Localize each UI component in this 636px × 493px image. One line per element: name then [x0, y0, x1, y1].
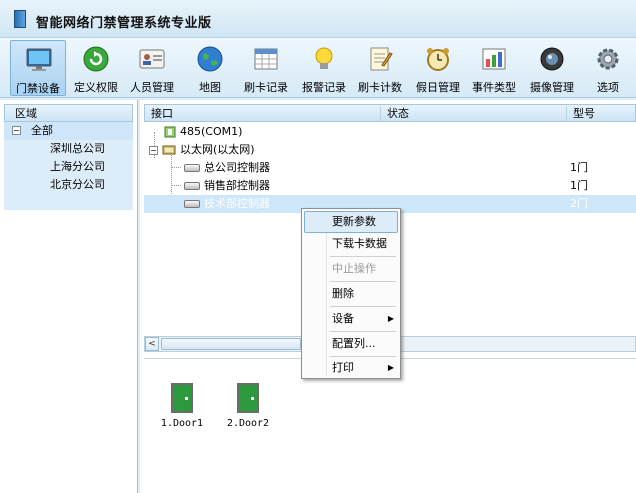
scroll-thumb[interactable] [161, 338, 301, 350]
menu-separator [330, 281, 396, 282]
device-name: 销售部控制器 [204, 179, 270, 192]
port-icon [164, 126, 176, 138]
toolbar-button-swipe-count[interactable]: 刷卡计数 [352, 40, 408, 96]
calendar-grid-icon [254, 48, 278, 70]
scroll-left-arrow[interactable]: < [145, 337, 159, 351]
region-item[interactable]: 上海分公司 [8, 158, 129, 176]
toolbar-button-personnel[interactable]: 人员管理 [124, 40, 180, 96]
toolbar-button-holidays[interactable]: 假日管理 [410, 40, 466, 96]
refresh-icon [83, 46, 109, 72]
toolbar-button-camera[interactable]: 摄像管理 [524, 40, 580, 96]
device-model: 1门 [570, 179, 588, 192]
controller-icon [184, 182, 200, 190]
door-item[interactable]: 1.Door1 [152, 383, 212, 429]
device-row-controller[interactable]: 总公司控制器 1门 [144, 159, 636, 177]
collapse-toggle[interactable]: − [12, 126, 21, 135]
submenu-arrow-icon: ▶ [387, 314, 394, 323]
device-name: 总公司控制器 [204, 161, 270, 174]
menu-item-download-card-data[interactable]: 下载卡数据 [304, 233, 398, 255]
toolbar-button-permissions[interactable]: 定义权限 [68, 40, 124, 96]
menu-item-delete[interactable]: 删除 [304, 283, 398, 305]
device-model: 2门 [570, 197, 588, 210]
menu-separator [330, 256, 396, 257]
notepad-icon [370, 47, 393, 71]
device-row-port[interactable]: 485(COM1) [144, 123, 636, 141]
device-name: 485(COM1) [180, 125, 243, 138]
menu-separator [330, 306, 396, 307]
menu-item-label: 打印 [332, 361, 354, 374]
menu-item-label: 设备 [332, 312, 354, 325]
device-model: 1门 [570, 161, 588, 174]
device-row-controller[interactable]: 销售部控制器 1门 [144, 177, 636, 195]
toolbar-label: 选项 [597, 81, 619, 94]
door-label: 1.Door1 [160, 418, 204, 429]
controller-icon [184, 164, 200, 172]
door-label: 2.Door2 [226, 418, 270, 429]
door-icon [171, 383, 193, 413]
region-item[interactable]: 北京分公司 [8, 176, 129, 194]
controller-icon [184, 200, 200, 208]
column-model[interactable]: 型号 [567, 106, 635, 122]
alarm-clock-icon [427, 48, 449, 71]
context-menu: 更新参数 下载卡数据 中止操作 删除 设备 ▶ 配置列... 打印 ▶ [301, 208, 401, 379]
region-item[interactable]: 深圳总公司 [8, 140, 129, 158]
app-icon [14, 10, 26, 28]
chart-icon [482, 48, 506, 70]
main-toolbar: 门禁设备 定义权限 人员管理 地图 刷卡记录 报警记录 刷卡计数 假日管理 事件… [0, 38, 636, 98]
network-icon [162, 145, 176, 155]
toolbar-button-event-types[interactable]: 事件类型 [466, 40, 522, 96]
device-name: 以太网(以太网) [180, 143, 255, 156]
collapse-toggle[interactable]: − [149, 146, 158, 155]
region-root[interactable]: − 全部 [4, 122, 133, 140]
menu-item-configure-columns[interactable]: 配置列... [304, 333, 398, 355]
toolbar-button-alarm-records[interactable]: 报警记录 [296, 40, 352, 96]
device-name: 技术部控制器 [204, 197, 270, 210]
region-root-label: 全部 [31, 124, 53, 137]
menu-item-abort[interactable]: 中止操作 [304, 258, 398, 280]
door-item[interactable]: 2.Door2 [218, 383, 278, 429]
toolbar-button-devices[interactable]: 门禁设备 [10, 40, 66, 96]
camera-icon [540, 47, 564, 71]
toolbar-button-options[interactable]: 选项 [580, 40, 636, 96]
region-header: 区域 [4, 104, 133, 122]
grid-header: 接口 状态 型号 [144, 104, 636, 122]
column-status[interactable]: 状态 [381, 106, 567, 122]
gear-icon [597, 48, 619, 70]
submenu-arrow-icon: ▶ [387, 363, 394, 372]
bulb-icon [315, 47, 333, 69]
menu-separator [330, 331, 396, 332]
toolbar-button-map[interactable]: 地图 [182, 40, 238, 96]
title-bar: 智能网络门禁管理系统专业版 [0, 0, 636, 38]
menu-item-device[interactable]: 设备 ▶ [304, 308, 398, 330]
person-card-icon [139, 49, 165, 69]
toolbar-button-swipe-records[interactable]: 刷卡记录 [238, 40, 294, 96]
door-icon [237, 383, 259, 413]
globe-icon [197, 46, 223, 72]
region-panel: 区域 − 全部 深圳总公司 上海分公司 北京分公司 [0, 100, 138, 493]
window-title: 智能网络门禁管理系统专业版 [36, 16, 212, 31]
menu-item-update-params[interactable]: 更新参数 [304, 211, 398, 233]
region-children: 深圳总公司 上海分公司 北京分公司 [4, 140, 133, 210]
menu-item-print[interactable]: 打印 ▶ [304, 357, 398, 379]
monitor-icon [26, 48, 52, 71]
device-row-ethernet[interactable]: − 以太网(以太网) [144, 141, 636, 159]
column-interface[interactable]: 接口 [145, 106, 381, 122]
